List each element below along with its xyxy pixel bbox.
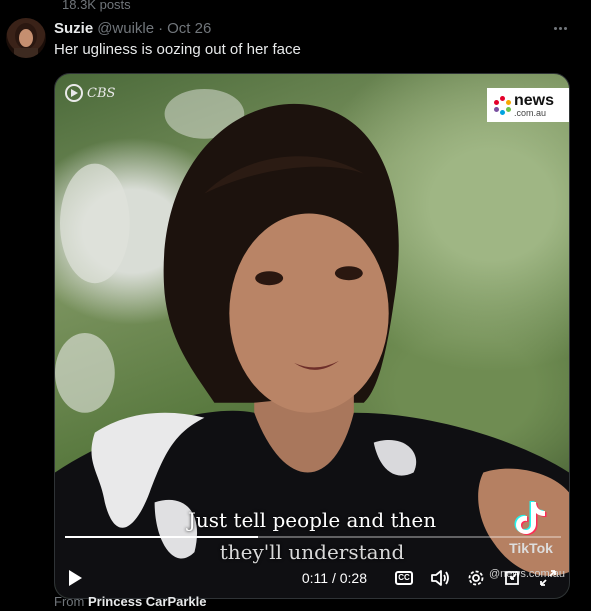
display-name[interactable]: Suzie <box>54 20 93 37</box>
timestamp[interactable]: Oct 26 <box>167 20 211 37</box>
player-controls: 0:11 / 0:28 CC <box>55 558 569 598</box>
news-word: news <box>514 91 555 109</box>
tiktok-icon <box>514 501 547 535</box>
settings-button[interactable] <box>465 567 487 589</box>
source-prefix: From <box>54 594 85 609</box>
cbs-eye-icon <box>65 84 83 102</box>
cbs-logo: CBS <box>65 84 115 102</box>
news-logo: news .com.au <box>487 88 569 122</box>
more-button[interactable] <box>549 20 571 36</box>
avatar[interactable] <box>6 18 46 58</box>
progress-bar[interactable] <box>65 536 561 538</box>
progress-fill <box>65 536 259 538</box>
tweet-text: Her ugliness is oozing out of her face <box>54 41 301 58</box>
tweet[interactable]: Suzie @wuikle · Oct 26 Her ugliness is o… <box>0 10 591 611</box>
caption-line-1: Just tell people and then <box>187 508 437 532</box>
fullscreen-icon <box>540 570 556 586</box>
minimize-icon <box>505 571 519 585</box>
avatar-image <box>14 23 38 58</box>
tweet-header: Suzie @wuikle · Oct 26 <box>54 18 211 38</box>
minimize-button[interactable] <box>501 567 523 589</box>
user-handle[interactable]: @wuikle <box>97 20 154 37</box>
timecode: 0:11 / 0:28 <box>301 570 367 586</box>
news-domain: .com.au <box>514 107 547 118</box>
video-player[interactable]: CBS news .com.au Just tell people and th… <box>54 73 570 599</box>
settings-icon <box>468 570 484 586</box>
separator-dot: · <box>158 19 164 37</box>
cbs-label: CBS <box>87 85 116 101</box>
captions-button[interactable]: CC <box>393 567 415 589</box>
volume-icon <box>431 570 449 586</box>
source-name[interactable]: Princess CarParkle <box>88 594 207 609</box>
cc-icon: CC <box>395 571 413 585</box>
fullscreen-button[interactable] <box>537 567 559 589</box>
volume-button[interactable] <box>429 567 451 589</box>
news-dots-icon <box>493 96 511 115</box>
more-icon <box>553 26 557 30</box>
source-attribution: From Princess CarParkle <box>54 594 207 609</box>
tiktok-label: TikTok <box>509 540 553 556</box>
play-button[interactable] <box>65 568 85 588</box>
